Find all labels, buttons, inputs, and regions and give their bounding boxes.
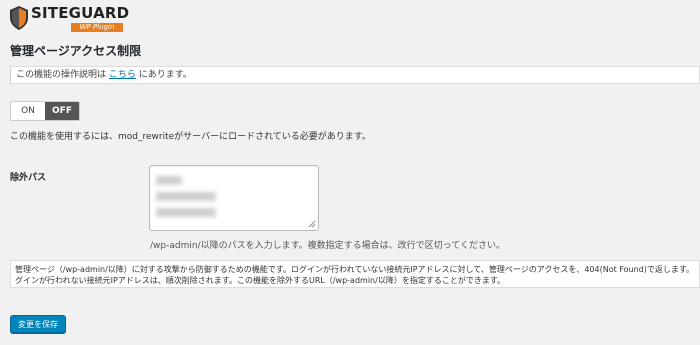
logo-subtitle: WP Plugin (71, 23, 123, 32)
resize-grip-icon[interactable] (308, 220, 316, 228)
requirement-text: この機能を使用するには、mod_rewriteがサーバーにロードされている必要が… (10, 132, 371, 142)
toggle-off-button[interactable]: OFF (45, 102, 79, 120)
notice-prefix: この機能の操作説明は (16, 70, 109, 80)
description-line: 管理ページ（/wp-admin/以降）に対する攻撃から防御するための機能です。ロ… (15, 265, 695, 274)
feature-description: 管理ページ（/wp-admin/以降）に対する攻撃から防御するための機能です。ロ… (10, 260, 700, 288)
exclude-path-hint: /wp-admin/以降のパスを入力します。複数指定する場合は、改行で区切ってく… (150, 241, 505, 251)
blurred-content (156, 208, 216, 217)
notice-suffix: にあります。 (135, 70, 192, 80)
blurred-content (156, 176, 182, 185)
help-notice: この機能の操作説明は こちら にあります。 (10, 66, 700, 84)
logo-wordmark: SITEGUARD (31, 4, 130, 22)
description-line: グインが行われない接続元IPアドレスは、順次削除されます。この機能を除外するUR… (15, 276, 506, 285)
help-link[interactable]: こちら (109, 70, 136, 80)
siteguard-logo: SITEGUARD WP Plugin (9, 5, 129, 32)
toggle-on-button[interactable]: ON (11, 102, 45, 120)
save-button[interactable]: 変更を保存 (10, 315, 66, 333)
exclude-path-textarea[interactable] (149, 165, 319, 231)
blurred-content (156, 192, 216, 201)
shield-logo-icon (10, 6, 28, 30)
feature-toggle[interactable]: ON OFF (10, 101, 80, 121)
exclude-path-label: 除外パス (10, 173, 47, 183)
page-title: 管理ページアクセス制限 (10, 44, 142, 58)
